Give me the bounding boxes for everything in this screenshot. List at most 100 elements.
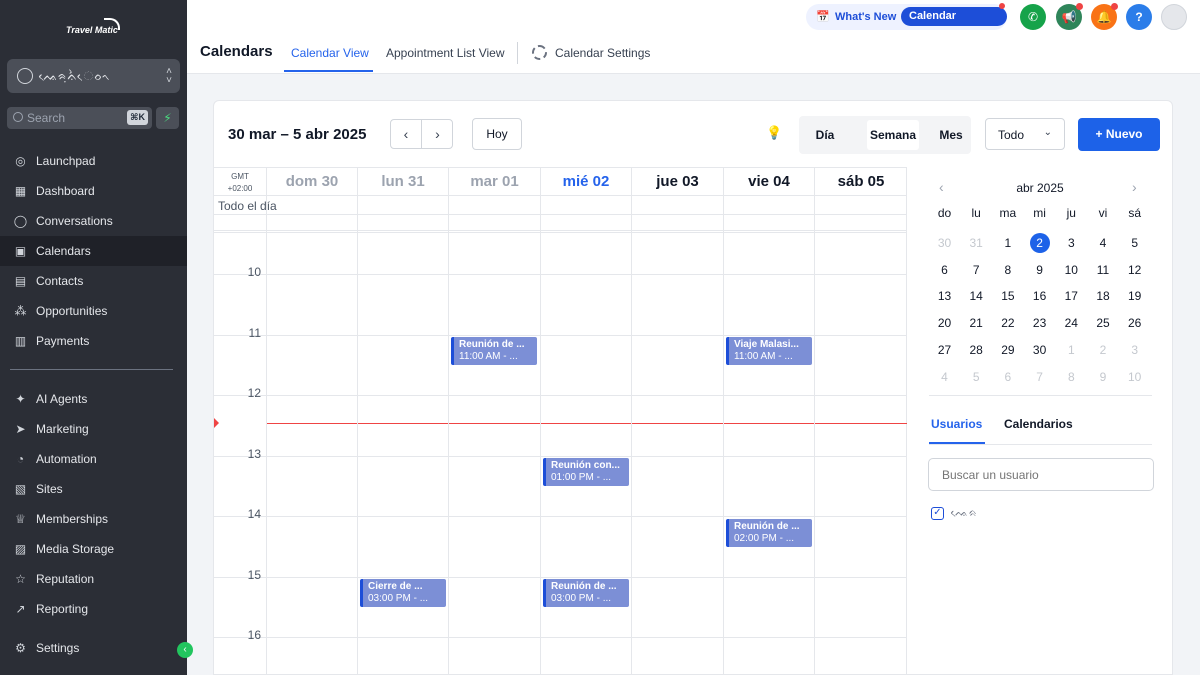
mini-day[interactable]: 22 <box>992 313 1023 333</box>
sidebar-item-contacts[interactable]: ▤ Contacts <box>0 266 187 296</box>
tab-appointment-list-view[interactable]: Appointment List View <box>386 46 505 60</box>
help-button[interactable]: ? <box>1126 4 1152 30</box>
mini-day[interactable]: 6 <box>992 367 1023 387</box>
mini-day[interactable]: 26 <box>1119 313 1150 333</box>
mini-day[interactable]: 2 <box>1088 340 1119 360</box>
mini-day[interactable]: 23 <box>1024 313 1055 333</box>
sidebar-item-memberships[interactable]: ♕ Memberships <box>0 504 187 534</box>
day-header[interactable]: vie 04 <box>723 168 814 195</box>
mini-day[interactable]: 1 <box>992 233 1023 253</box>
mini-day[interactable]: 15 <box>992 286 1023 306</box>
previous-week-button[interactable]: ‹ <box>391 120 422 148</box>
tab-calendar-view[interactable]: Calendar View <box>291 46 369 60</box>
mini-day[interactable]: 5 <box>961 367 992 387</box>
mini-day[interactable]: 5 <box>1119 233 1150 253</box>
sidebar-item-reputation[interactable]: ☆ Reputation <box>0 564 187 594</box>
mini-day[interactable]: 7 <box>961 260 992 280</box>
notifications-button[interactable]: 🔔 <box>1091 3 1118 30</box>
calendar-event[interactable]: Reunión de ... 02:00 PM - ... <box>726 519 812 547</box>
mini-day[interactable]: 21 <box>961 313 992 333</box>
mini-day[interactable]: 17 <box>1056 286 1087 306</box>
sidebar-item-opportunities[interactable]: ⁂ Opportunities <box>0 296 187 326</box>
mini-day[interactable]: 14 <box>961 286 992 306</box>
user-avatar[interactable] <box>1161 4 1187 30</box>
tab-calendarios[interactable]: Calendarios <box>1004 417 1073 431</box>
mini-day[interactable]: 30 <box>1024 340 1055 360</box>
calendar-event[interactable]: Viaje Malasi... 11:00 AM - ... <box>726 337 812 365</box>
view-day-button[interactable]: Día <box>799 120 851 150</box>
mini-day[interactable]: 1 <box>1056 340 1087 360</box>
calendar-event[interactable]: Reunión con... 01:00 PM - ... <box>543 458 629 486</box>
filter-select[interactable]: Todo ⌄ <box>985 118 1065 150</box>
phone-button[interactable]: ✆ <box>1020 4 1046 30</box>
mini-day[interactable]: 10 <box>1056 260 1087 280</box>
sidebar-item-reporting[interactable]: ↗ Reporting <box>0 594 187 624</box>
sidebar-item-ai-agents[interactable]: ✦ AI Agents <box>0 384 187 414</box>
mini-day[interactable]: 19 <box>1119 286 1150 306</box>
quick-actions-button[interactable]: ⚡ <box>156 107 179 129</box>
user-search-input[interactable] <box>928 458 1154 491</box>
day-header[interactable]: jue 03 <box>631 168 723 195</box>
view-month-button[interactable]: Mes <box>931 120 971 150</box>
mini-day[interactable]: 6 <box>929 260 960 280</box>
mini-day[interactable]: 20 <box>929 313 960 333</box>
mini-next-month-button[interactable]: › <box>1132 179 1137 195</box>
new-appointment-button[interactable]: + Nuevo <box>1078 118 1160 151</box>
calendar-event[interactable]: Cierre de ... 03:00 PM - ... <box>360 579 446 607</box>
mini-day[interactable]: 10 <box>1119 367 1150 387</box>
mini-day[interactable]: 18 <box>1088 286 1119 306</box>
mini-day[interactable]: 4 <box>1088 233 1119 253</box>
day-header[interactable]: lun 31 <box>357 168 448 195</box>
mini-day[interactable]: 7 <box>1024 367 1055 387</box>
mini-day[interactable]: 12 <box>1119 260 1150 280</box>
collapse-sidebar-button[interactable]: ‹ <box>177 642 193 658</box>
mini-day[interactable]: 3 <box>1056 233 1087 253</box>
mini-day[interactable]: 28 <box>961 340 992 360</box>
mini-day[interactable]: 25 <box>1088 313 1119 333</box>
mini-day[interactable]: 27 <box>929 340 960 360</box>
travel-matic-logo[interactable]: Travel Matic <box>60 18 128 40</box>
sidebar-item-payments[interactable]: ▥ Payments <box>0 326 187 356</box>
mini-day[interactable]: 8 <box>1056 367 1087 387</box>
day-header[interactable]: sáb 05 <box>814 168 907 195</box>
mini-day[interactable]: 13 <box>929 286 960 306</box>
announcements-button[interactable]: 📢 <box>1056 3 1083 30</box>
next-week-button[interactable]: › <box>422 120 453 148</box>
calendar-event[interactable]: Reunión de ... 11:00 AM - ... <box>451 337 537 365</box>
lightbulb-icon[interactable]: 💡 <box>766 125 782 143</box>
mini-day[interactable]: 16 <box>1024 286 1055 306</box>
sidebar-item-sites[interactable]: ▧ Sites <box>0 474 187 504</box>
sidebar-item-media-storage[interactable]: ▨ Media Storage <box>0 534 187 564</box>
mini-day[interactable]: 29 <box>992 340 1023 360</box>
sidebar-item-conversations[interactable]: ◯ Conversations <box>0 206 187 236</box>
tab-usuarios[interactable]: Usuarios <box>931 417 982 431</box>
mini-day[interactable]: 30 <box>929 233 960 253</box>
user-checkbox[interactable]: ✓ <box>931 507 944 520</box>
mini-day[interactable]: 31 <box>961 233 992 253</box>
mini-day[interactable]: 9 <box>1024 260 1055 280</box>
mini-day[interactable]: 24 <box>1056 313 1087 333</box>
day-header[interactable]: mar 01 <box>448 168 540 195</box>
mini-day[interactable]: 11 <box>1088 260 1119 280</box>
view-week-button[interactable]: Semana <box>867 120 919 150</box>
sidebar-item-automation[interactable]: ◔ Automation <box>0 444 187 474</box>
account-switcher[interactable]: ᨕᨙᨑᨘᨊᨛᨙᨔᨚ ˄ ˅ <box>7 59 180 93</box>
calendar-event[interactable]: Reunión de ... 03:00 PM - ... <box>543 579 629 607</box>
mini-day[interactable]: 3 <box>1119 340 1150 360</box>
mini-day[interactable]: 4 <box>929 367 960 387</box>
tab-calendar-settings[interactable]: Calendar Settings <box>555 46 650 60</box>
sidebar-item-dashboard[interactable]: ▦ Dashboard <box>0 176 187 206</box>
day-header[interactable]: dom 30 <box>266 168 357 195</box>
sidebar-search[interactable]: Search ⌘K <box>7 107 152 129</box>
payments-icon: ▥ <box>14 334 27 348</box>
sidebar-item-settings[interactable]: ⚙ Settings <box>0 633 187 663</box>
mini-day[interactable]: 8 <box>992 260 1023 280</box>
today-button[interactable]: Hoy <box>472 118 522 150</box>
sidebar-item-marketing[interactable]: ➤ Marketing <box>0 414 187 444</box>
mini-day[interactable]: 9 <box>1088 367 1119 387</box>
sidebar-item-calendars[interactable]: ▣ Calendars <box>0 236 187 266</box>
sidebar-item-launchpad[interactable]: ◎ Launchpad <box>0 146 187 176</box>
mini-day[interactable]: 2 <box>1024 233 1055 253</box>
whats-new-button[interactable]: 📅 What's New Calendar Updates <box>806 3 1007 41</box>
day-header[interactable]: mié 02 <box>540 168 631 195</box>
